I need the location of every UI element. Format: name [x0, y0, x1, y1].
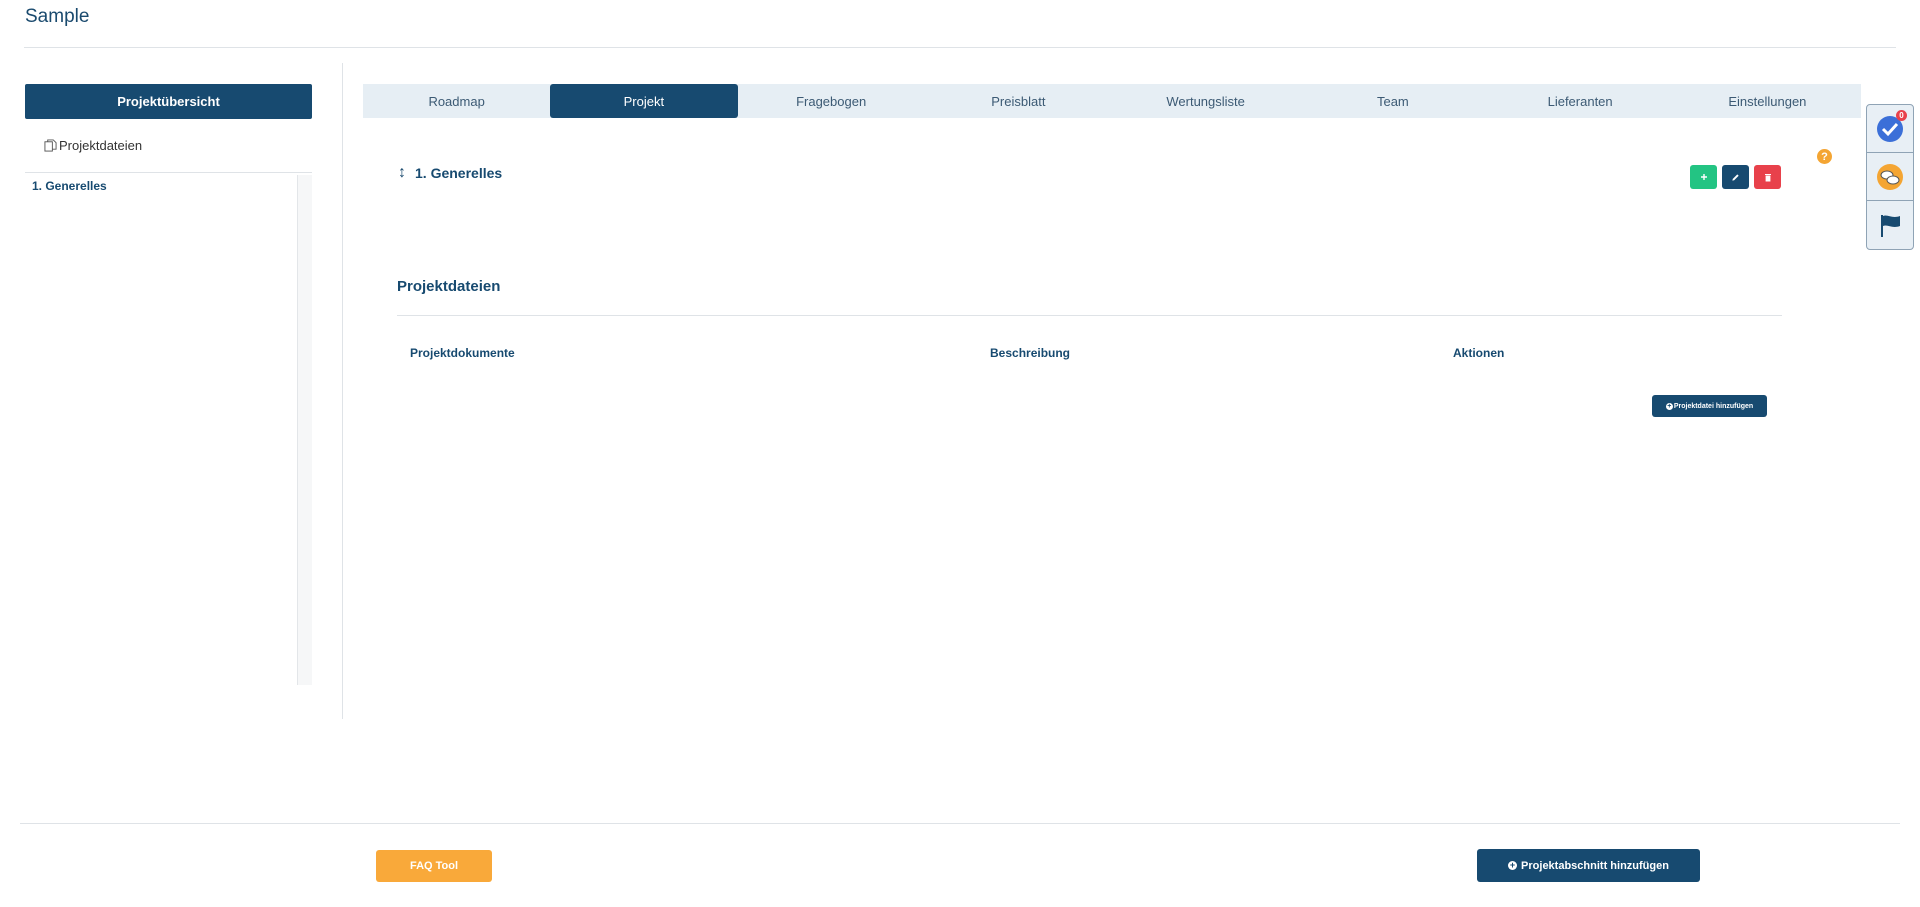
- section-title: 1. Generelles: [415, 165, 503, 181]
- column-header-description: Beschreibung: [990, 346, 1071, 360]
- add-section-button[interactable]: + Projektabschnitt hinzufügen: [1477, 849, 1700, 882]
- pencil-icon: [1732, 173, 1739, 181]
- help-icon[interactable]: ?: [1817, 149, 1832, 164]
- footer-divider: [20, 823, 1900, 824]
- flag-icon: [1881, 215, 1900, 237]
- add-project-file-label: Projektdatei hinzufügen: [1673, 402, 1754, 410]
- files-section-title: Projektdateien: [397, 278, 501, 295]
- tree-item-generelles[interactable]: 1. Generelles: [32, 179, 107, 193]
- floating-widget-panel: 0: [1866, 104, 1914, 250]
- section-tree: 1. Generelles: [25, 173, 312, 687]
- tree-scrollbar[interactable]: [297, 175, 312, 685]
- sidebar-item-label: Projektdateien: [59, 138, 143, 153]
- tab-projekt[interactable]: Projekt: [550, 84, 738, 118]
- add-project-file-button[interactable]: + Projektdatei hinzufügen: [1652, 395, 1767, 417]
- plus-circle-icon: +: [1665, 402, 1673, 410]
- vertical-divider: [342, 63, 343, 719]
- tasks-badge: 0: [1896, 110, 1907, 121]
- chat-widget[interactable]: [1867, 153, 1913, 201]
- sidebar-item-projektdateien[interactable]: Projektdateien: [25, 119, 312, 173]
- chat-bubbles-icon: [1877, 163, 1903, 190]
- column-header-documents: Projektdokumente: [410, 346, 515, 360]
- header-divider: [24, 47, 1896, 48]
- tab-bar: Roadmap Projekt Fragebogen Preisblatt We…: [363, 84, 1861, 118]
- tasks-widget[interactable]: 0: [1867, 105, 1913, 153]
- faq-tool-button[interactable]: FAQ Tool: [376, 850, 492, 882]
- tab-einstellungen[interactable]: Einstellungen: [1674, 84, 1861, 118]
- delete-section-button[interactable]: [1754, 165, 1781, 189]
- sidebar: Projektübersicht Projektdateien 1. Gener…: [25, 84, 312, 687]
- drag-handle-icon[interactable]: ↕: [398, 164, 406, 182]
- edit-section-button[interactable]: [1722, 165, 1749, 189]
- section-actions: [1690, 165, 1781, 189]
- sidebar-header-button[interactable]: Projektübersicht: [25, 84, 312, 119]
- column-header-actions: Aktionen: [1453, 346, 1505, 360]
- flag-widget[interactable]: [1867, 201, 1913, 249]
- tab-fragebogen[interactable]: Fragebogen: [738, 84, 925, 118]
- add-section-label: Projektabschnitt hinzufügen: [1521, 859, 1669, 872]
- app-title: Sample: [25, 6, 90, 27]
- plus-icon: [1700, 174, 1707, 180]
- section-header: ↕ 1. Generelles: [398, 164, 502, 182]
- tab-lieferanten[interactable]: Lieferanten: [1487, 84, 1674, 118]
- trash-icon: [1764, 173, 1771, 181]
- tab-roadmap[interactable]: Roadmap: [363, 84, 550, 118]
- plus-circle-icon: +: [1508, 860, 1518, 870]
- add-subsection-button[interactable]: [1690, 165, 1717, 189]
- tab-wertungsliste[interactable]: Wertungsliste: [1112, 84, 1299, 118]
- files-icon: [44, 139, 57, 152]
- files-divider: [397, 315, 1782, 316]
- tab-team[interactable]: Team: [1299, 84, 1486, 118]
- tab-preisblatt[interactable]: Preisblatt: [925, 84, 1112, 118]
